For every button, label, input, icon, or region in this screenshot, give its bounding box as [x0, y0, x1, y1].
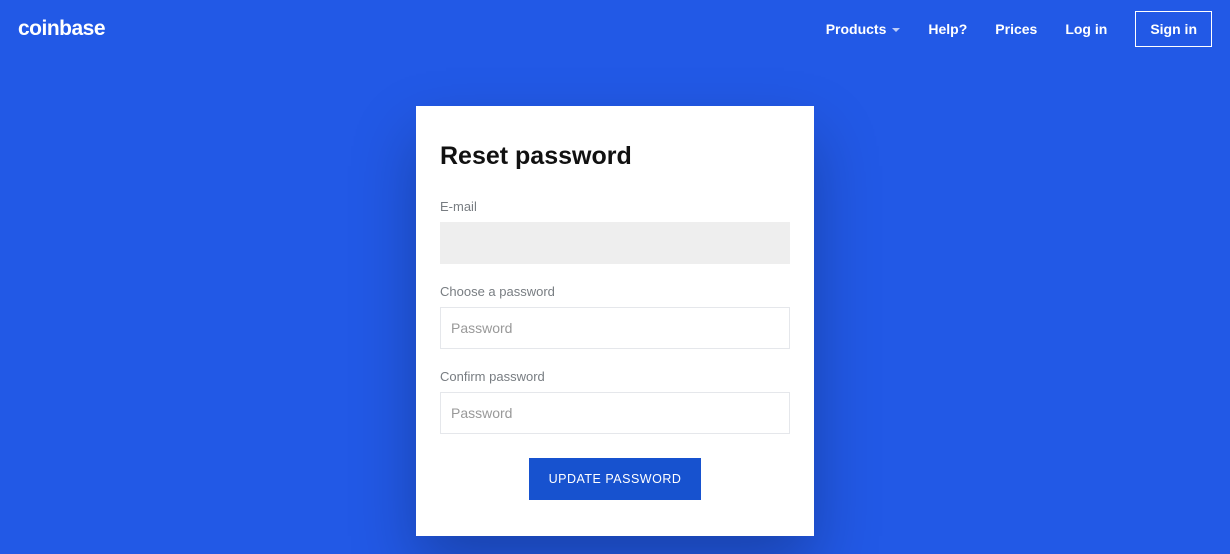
- nav-products[interactable]: Products: [826, 21, 901, 37]
- confirm-password-input[interactable]: [440, 392, 790, 434]
- choose-password-input[interactable]: [440, 307, 790, 349]
- choose-password-label: Choose a password: [440, 284, 790, 299]
- submit-row: UPDATE PASSWORD: [440, 458, 790, 500]
- email-input[interactable]: [440, 222, 790, 264]
- nav-login-label: Log in: [1065, 21, 1107, 37]
- logo[interactable]: coinbase: [18, 19, 120, 39]
- svg-text:coinbase: coinbase: [18, 19, 105, 39]
- nav-prices[interactable]: Prices: [995, 21, 1037, 37]
- email-group: E-mail: [440, 199, 790, 264]
- signin-button[interactable]: Sign in: [1135, 11, 1212, 47]
- nav-help[interactable]: Help?: [928, 21, 967, 37]
- choose-password-group: Choose a password: [440, 284, 790, 349]
- confirm-password-group: Confirm password: [440, 369, 790, 434]
- update-password-button[interactable]: UPDATE PASSWORD: [529, 458, 702, 500]
- header: coinbase Products Help? Prices Log in Si…: [0, 0, 1230, 58]
- email-label: E-mail: [440, 199, 790, 214]
- nav-products-label: Products: [826, 21, 887, 37]
- signin-button-label: Sign in: [1150, 21, 1197, 37]
- chevron-down-icon: [892, 28, 900, 32]
- reset-password-card: Reset password E-mail Choose a password …: [416, 106, 814, 536]
- main: Reset password E-mail Choose a password …: [0, 58, 1230, 536]
- card-title: Reset password: [440, 142, 790, 171]
- nav-prices-label: Prices: [995, 21, 1037, 37]
- nav-login[interactable]: Log in: [1065, 21, 1107, 37]
- nav-help-label: Help?: [928, 21, 967, 37]
- nav: Products Help? Prices Log in Sign in: [826, 11, 1212, 47]
- confirm-password-label: Confirm password: [440, 369, 790, 384]
